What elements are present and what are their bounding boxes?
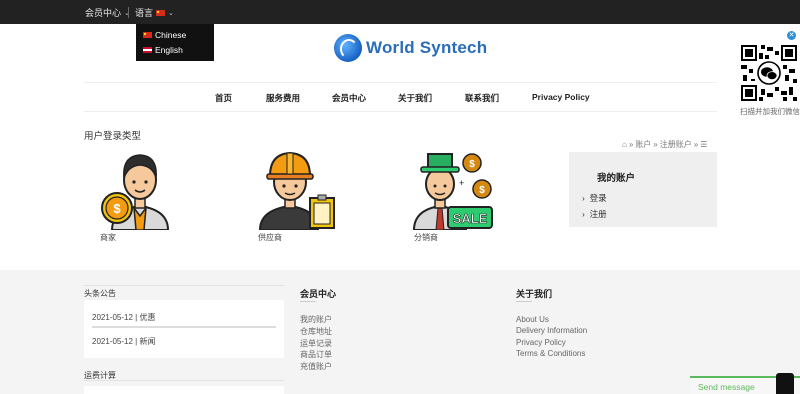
footer-link-about-us[interactable]: About Us: [516, 315, 549, 324]
china-flag-icon: [156, 9, 166, 16]
my-account-title: 我的账户: [597, 173, 636, 184]
nav-about-us[interactable]: 关于我们: [398, 92, 432, 104]
news-divider: [92, 326, 276, 328]
member-center-menu[interactable]: 会员中心 ⌄: [85, 6, 130, 19]
supplier-icon[interactable]: [256, 150, 340, 230]
nav-top-divider: [84, 82, 717, 83]
breadcrumb-separator: »: [628, 140, 634, 149]
svg-text:$: $: [469, 159, 475, 170]
footer-member-underline: [300, 301, 316, 302]
top-bar: 会员中心 ⌄ 语言 ⌄: [0, 0, 800, 24]
divider: [128, 7, 129, 18]
sidebar-link-label: 登录: [589, 193, 607, 203]
news-item[interactable]: 2021-05-12 | 优惠: [92, 312, 155, 323]
my-account-panel: 我的账户 › 登录 › 注册: [569, 152, 717, 227]
breadcrumb-separator: »: [693, 140, 699, 149]
distributor-icon[interactable]: $ $ + SALE: [412, 150, 496, 230]
news-title: 头条公告: [84, 289, 116, 298]
footer-about-title: 关于我们: [516, 289, 553, 299]
page-title: 用户登录类型: [84, 131, 142, 142]
user-type-label-merchant[interactable]: 商家: [100, 232, 116, 243]
breadcrumb: ⌂ » 账户 » 注册账户 » ☰: [622, 139, 707, 150]
footer-link-privacy[interactable]: Privacy Policy: [516, 338, 566, 347]
news-item[interactable]: 2021-05-12 | 新闻: [92, 336, 155, 347]
globe-logo-icon: [334, 34, 362, 62]
nav-contact-us[interactable]: 联系我们: [465, 92, 499, 104]
svg-text:$: $: [479, 185, 485, 196]
language-menu[interactable]: 语言 ⌄: [135, 6, 174, 19]
site-logo[interactable]: World Syntech: [334, 34, 487, 62]
breadcrumb-separator: »: [653, 140, 658, 149]
chevron-down-icon: ⌄: [168, 9, 174, 17]
nav-home[interactable]: 首页: [215, 92, 232, 104]
news-panel: 2021-05-12 | 优惠 2021-05-12 | 新闻: [84, 300, 284, 358]
svg-text:$: $: [113, 201, 121, 216]
wechat-qr-code-icon: [741, 45, 797, 101]
uk-flag-icon: [143, 47, 152, 53]
qr-caption: 扫描并加我们微信: [740, 107, 800, 116]
close-icon[interactable]: ✕: [787, 31, 796, 40]
language-option-label: English: [155, 45, 183, 55]
nav-member-center[interactable]: 会员中心: [332, 92, 366, 104]
footer-link-warehouse[interactable]: 仓库地址: [300, 326, 332, 337]
footer-link-recharge[interactable]: 充值账户: [300, 361, 332, 372]
footer-link-delivery[interactable]: Delivery Information: [516, 326, 587, 335]
nav-service-fees[interactable]: 服务费用: [266, 92, 300, 104]
user-type-label-distributor[interactable]: 分销商: [414, 232, 438, 243]
logo-text: World Syntech: [366, 38, 488, 57]
language-option-label: Chinese: [155, 30, 187, 40]
home-icon[interactable]: ⌂: [622, 140, 627, 149]
nav-privacy-policy[interactable]: Privacy Policy: [532, 92, 590, 102]
user-type-label-supplier[interactable]: 供应商: [258, 232, 282, 243]
language-option-english[interactable]: English: [143, 45, 183, 55]
footer-link-waybill[interactable]: 运单记录: [300, 338, 332, 349]
sale-badge: SALE: [453, 211, 488, 226]
chevron-right-icon: ›: [582, 193, 585, 203]
nav-bottom-divider: [84, 111, 717, 112]
breadcrumb-account[interactable]: 账户: [635, 139, 651, 150]
shipping-panel: [84, 386, 284, 394]
language-label: 语言: [135, 8, 154, 18]
footer-about-underline: [516, 301, 532, 302]
back-to-top-button[interactable]: [776, 373, 794, 394]
language-dropdown: Chinese English: [136, 24, 214, 61]
chevron-right-icon: ›: [582, 209, 585, 219]
sidebar-register-link[interactable]: › 注册: [582, 208, 607, 220]
member-center-label: 会员中心: [85, 8, 122, 18]
send-message-label: Send message: [698, 382, 755, 392]
shipping-divider: [84, 380, 284, 381]
merchant-icon[interactable]: $: [98, 150, 182, 230]
list-icon: ☰: [700, 140, 708, 149]
chevron-down-icon: ⌄: [124, 9, 130, 17]
news-section: 头条公告 2021-05-12 | 优惠 2021-05-12 | 新闻: [84, 285, 284, 358]
footer-link-my-account[interactable]: 我的账户: [300, 314, 332, 325]
svg-text:+: +: [459, 178, 464, 188]
language-option-chinese[interactable]: Chinese: [143, 30, 186, 40]
breadcrumb-register[interactable]: 注册账户: [660, 139, 692, 150]
china-flag-icon: [143, 32, 152, 38]
footer-link-terms[interactable]: Terms & Conditions: [516, 349, 585, 358]
footer-member-title: 会员中心: [300, 289, 337, 299]
sidebar-link-label: 注册: [589, 209, 607, 219]
sidebar-login-link[interactable]: › 登录: [582, 192, 607, 204]
footer-link-orders[interactable]: 商品订单: [300, 349, 332, 360]
